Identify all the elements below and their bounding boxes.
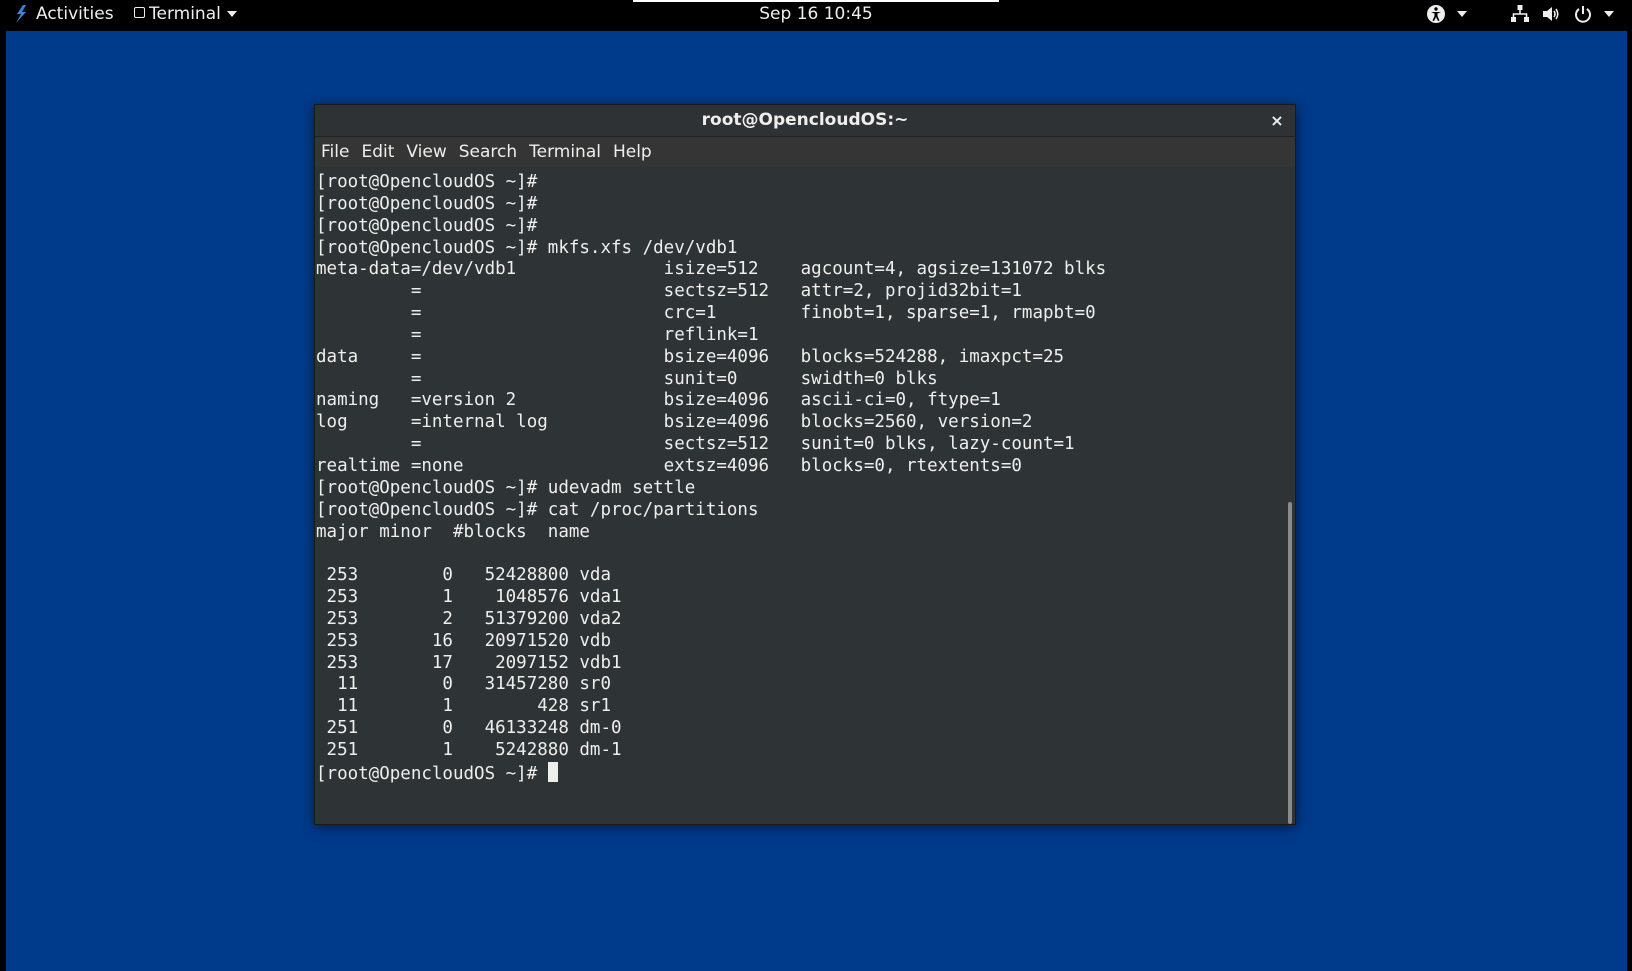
terminal-line: 251 0 46133248 dm-0	[316, 718, 622, 739]
terminal-cursor	[547, 761, 558, 782]
scrollbar-thumb[interactable]	[1288, 502, 1292, 824]
terminal-line: 251 1 5242880 dm-1	[316, 739, 622, 760]
window-title: root@OpencloudOS:~	[701, 110, 909, 130]
terminal-line: [root@OpencloudOS ~]# mkfs.xfs /dev/vdb1	[316, 237, 738, 258]
menu-terminal[interactable]: Terminal	[523, 137, 607, 167]
terminal-line: meta-data=/dev/vdb1 isize=512 agcount=4,…	[316, 259, 1107, 280]
terminal-line: 253 17 2097152 vdb1	[316, 652, 622, 673]
system-menu-chevron-down-icon	[1604, 11, 1614, 17]
terminal-line: [root@OpencloudOS ~]# udevadm settle	[316, 477, 696, 498]
terminal-line: [root@OpencloudOS ~]#	[316, 193, 538, 214]
clock-area: Sep 16 10:45	[0, 0, 1632, 29]
terminal-output[interactable]: [root@OpencloudOS ~]# [root@OpencloudOS ~…	[316, 172, 1106, 786]
accessibility-icon[interactable]	[1426, 4, 1446, 24]
clock[interactable]: Sep 16 10:45	[759, 4, 872, 24]
system-tray[interactable]	[1420, 0, 1614, 29]
terminal-line: = sectsz=512 sunit=0 blks, lazy-count=1	[316, 434, 1075, 455]
terminal-window[interactable]: root@OpencloudOS:~ × File Edit View Search T…	[314, 104, 1296, 825]
power-icon[interactable]	[1573, 4, 1593, 24]
terminal-prompt: [root@OpencloudOS ~]#	[316, 763, 548, 784]
terminal-line: realtime =none extsz=4096 blocks=0, rtex…	[316, 455, 1022, 476]
terminal-line: 253 1 1048576 vda1	[316, 587, 622, 608]
menu-file[interactable]: File	[315, 137, 355, 167]
window-titlebar[interactable]: root@OpencloudOS:~ ×	[315, 105, 1295, 137]
accessibility-chevron-down-icon	[1456, 11, 1467, 17]
menu-help[interactable]: Help	[607, 137, 658, 167]
terminal-line: log =internal log bsize=4096 blocks=2560…	[316, 412, 1033, 433]
terminal-line: = reflink=1	[316, 324, 759, 345]
terminal-line: [root@OpencloudOS ~]# cat /proc/partitio…	[316, 499, 759, 520]
terminal-line: 253 16 20971520 vdb	[316, 630, 612, 651]
terminal-area[interactable]: [root@OpencloudOS ~]# [root@OpencloudOS ~…	[315, 167, 1295, 824]
terminal-line: 11 0 31457280 sr0	[316, 674, 612, 695]
close-button[interactable]: ×	[1269, 105, 1285, 136]
terminal-line: 11 1 428 sr1	[316, 696, 612, 717]
terminal-line: = crc=1 finobt=1, sparse=1, rmapbt=0	[316, 303, 1096, 324]
terminal-line: = sunit=0 swidth=0 blks	[316, 368, 938, 389]
terminal-line: [root@OpencloudOS ~]#	[316, 172, 538, 192]
volume-icon[interactable]	[1541, 4, 1561, 24]
terminal-line: naming =version 2 bsize=4096 ascii-ci=0,…	[316, 390, 1001, 411]
menu-list: File Edit View Search Terminal Help	[315, 137, 1295, 167]
terminal-line: [root@OpencloudOS ~]#	[316, 215, 538, 236]
terminal-prompt-line[interactable]: [root@OpencloudOS ~]#	[316, 761, 1106, 786]
menu-bar: File Edit View Search Terminal Help	[315, 137, 1295, 167]
menu-edit[interactable]: Edit	[355, 137, 400, 167]
terminal-line: major minor #blocks name	[316, 521, 590, 542]
scrollbar[interactable]	[1285, 167, 1293, 824]
menu-search[interactable]: Search	[453, 137, 523, 167]
terminal-line: 253 0 52428800 vda	[316, 565, 612, 586]
top-bar: Activities Terminal Sep 16 10:45	[0, 0, 1632, 29]
menu-view[interactable]: View	[400, 137, 452, 167]
terminal-line: data = bsize=4096 blocks=524288, imaxpct…	[316, 346, 1065, 367]
window-indicator	[633, 0, 999, 2]
terminal-line: = sectsz=512 attr=2, projid32bit=1	[316, 281, 1022, 302]
network-icon[interactable]	[1510, 4, 1530, 24]
terminal-line: 253 2 51379200 vda2	[316, 608, 622, 629]
